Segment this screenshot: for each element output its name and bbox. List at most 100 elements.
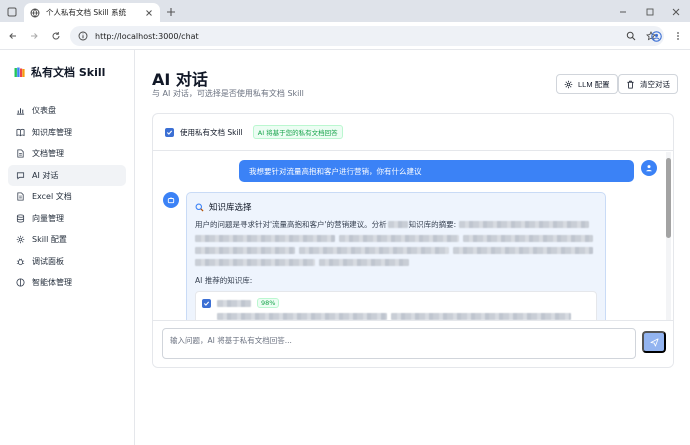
- kb-description: 用户的问题是寻求针对'流量高抱和客户'的营销建议。分析 知识库的摘要:: [195, 219, 597, 230]
- chat-icon: [16, 171, 25, 179]
- chart-icon: [16, 108, 25, 115]
- sidebar-item-debug[interactable]: 调试面板: [8, 251, 126, 272]
- composer: 输入问题，AI 将基于私有文档回答...: [153, 320, 673, 367]
- message-input[interactable]: 输入问题，AI 将基于私有文档回答...: [162, 328, 636, 359]
- user-message-text: 我想要针对流量高抱和客户进行营销，你有什么建议: [249, 166, 422, 176]
- user-icon: [646, 165, 652, 172]
- browser-tab-bar: 个人私有文档 Skill 系统: [0, 0, 690, 22]
- sidebar-item-label: 文档管理: [32, 149, 64, 158]
- close-tab-icon[interactable]: [144, 8, 154, 18]
- llm-config-button[interactable]: LLM 配置: [556, 74, 618, 94]
- bug-icon: [16, 258, 25, 265]
- brand-name: 私有文档 Skill: [31, 66, 106, 79]
- tab-title: 个人私有文档 Skill 系统: [46, 8, 127, 17]
- main-content: AI 对话 与 AI 对话，可选择是否使用私有文档 Skill LLM 配置 清…: [135, 50, 690, 445]
- reload-icon[interactable]: [51, 31, 61, 41]
- menu-icon[interactable]: [673, 31, 683, 41]
- sidebar-item-label: AI 对话: [32, 170, 59, 180]
- redacted-line: [217, 313, 590, 320]
- user-avatar: [641, 160, 657, 176]
- recommended-label: AI 推荐的知识库:: [195, 276, 253, 285]
- clear-chat-button[interactable]: 清空对话: [618, 74, 678, 94]
- kb-selection-title: 知识库选择: [195, 201, 597, 213]
- check-icon: [203, 301, 210, 306]
- skill-option-bar: 使用私有文档 Skill AI 将基于您的私有文档回答: [153, 114, 673, 151]
- gear-icon: [16, 235, 25, 244]
- redacted-line: [195, 247, 597, 254]
- sidebar-item-label: 知识库管理: [32, 127, 72, 137]
- use-skill-label[interactable]: 使用私有文档 Skill: [180, 127, 243, 138]
- sidebar-item-label: Skill 配置: [32, 235, 67, 244]
- new-tab-icon[interactable]: [165, 6, 177, 18]
- redacted-text: [387, 221, 408, 228]
- message-list: 我想要针对流量高抱和客户进行营销，你有什么建议 知识库选择 用户的问题是寻求针对…: [153, 152, 673, 320]
- books-logo-icon: [14, 67, 25, 77]
- chat-card: 使用私有文档 Skill AI 将基于您的私有文档回答 我想要针对流量高抱和客户…: [152, 113, 674, 368]
- skill-status-badge: AI 将基于您的私有文档回答: [252, 125, 343, 139]
- browser-tab[interactable]: 个人私有文档 Skill 系统: [24, 3, 160, 22]
- minimize-icon[interactable]: [617, 6, 629, 18]
- kb-desc-mid: 知识库的摘要:: [408, 220, 457, 229]
- maximize-icon[interactable]: [644, 6, 656, 18]
- kb-title-text: 知识库选择: [209, 203, 252, 213]
- knowledge-base-selection: 知识库选择 用户的问题是寻求针对'流量高抱和客户'的营销建议。分析 知识库的摘要…: [186, 192, 606, 320]
- kb-desc-start: 用户的问题是寻求针对'流量高抱和客户'的营销建议。分析: [195, 220, 387, 229]
- send-icon: [649, 337, 659, 347]
- sidebar-item-skill-config[interactable]: Skill 配置: [8, 229, 126, 250]
- sidebar-item-ai-chat[interactable]: AI 对话: [8, 164, 126, 186]
- redacted-kb-name: [217, 299, 251, 307]
- relevance-score-badge: 98%: [257, 298, 280, 308]
- sidebar-item-label: Excel 文档: [32, 192, 72, 201]
- document-icon: [17, 149, 24, 158]
- spreadsheet-icon: [17, 192, 24, 201]
- sidebar: 私有文档 Skill 仪表盘 知识库管理 文档管理 AI 对话 Excel 文档: [0, 50, 135, 445]
- gear-icon: [564, 80, 573, 88]
- sidebar-nav: 仪表盘 知识库管理 文档管理 AI 对话 Excel 文档 向量管理 Skill…: [0, 94, 134, 300]
- scrollbar-thumb[interactable]: [666, 158, 671, 238]
- sidebar-item-dashboard[interactable]: 仪表盘: [8, 100, 126, 121]
- sidebar-item-label: 仪表盘: [32, 106, 56, 115]
- forward-icon[interactable]: [29, 31, 39, 41]
- zoom-icon[interactable]: [626, 31, 636, 41]
- sidebar-item-label: 智能体管理: [32, 278, 72, 287]
- redacted-text: [459, 221, 590, 228]
- page-subtitle: 与 AI 对话，可选择是否使用私有文档 Skill: [152, 89, 304, 98]
- globe-icon: [30, 8, 40, 17]
- redacted-line: [195, 259, 597, 266]
- user-message: 我想要针对流量高抱和客户进行营销，你有什么建议: [239, 160, 634, 182]
- kb-select-checkbox[interactable]: [202, 298, 211, 308]
- address-bar: http://localhost:3000/chat: [0, 22, 690, 50]
- brand: 私有文档 Skill: [0, 50, 134, 94]
- agent-icon: [16, 278, 25, 287]
- info-icon[interactable]: [78, 31, 88, 41]
- send-button[interactable]: [642, 331, 666, 353]
- profile-icon[interactable]: [650, 30, 662, 42]
- clear-chat-label: 清空对话: [640, 79, 670, 89]
- page-title: AI 对话: [152, 70, 208, 89]
- redacted-line: [195, 235, 597, 242]
- book-icon: [16, 128, 25, 136]
- check-icon: [166, 130, 173, 135]
- chat-scrollbar[interactable]: [666, 152, 671, 320]
- bot-avatar: [163, 192, 179, 208]
- sidebar-item-agents[interactable]: 智能体管理: [8, 272, 126, 293]
- url-text: http://localhost:3000/chat: [95, 31, 199, 41]
- url-field[interactable]: http://localhost:3000/chat: [70, 26, 664, 46]
- app: 私有文档 Skill 仪表盘 知识库管理 文档管理 AI 对话 Excel 文档: [0, 50, 690, 445]
- database-icon: [16, 213, 25, 223]
- sidebar-item-documents[interactable]: 文档管理: [8, 143, 126, 164]
- robot-icon: [167, 197, 175, 204]
- use-skill-checkbox[interactable]: [165, 127, 174, 137]
- llm-config-label: LLM 配置: [578, 79, 610, 89]
- recommended-kb-card[interactable]: 98%: [195, 291, 597, 320]
- search-icon: [195, 203, 204, 212]
- sidebar-item-label: 向量管理: [32, 213, 64, 223]
- trash-icon: [627, 80, 634, 89]
- back-icon[interactable]: [8, 31, 18, 41]
- sidebar-item-label: 调试面板: [32, 256, 64, 266]
- sidebar-item-vectors[interactable]: 向量管理: [8, 208, 126, 229]
- tab-list-icon[interactable]: [6, 6, 18, 18]
- sidebar-item-knowledge-base[interactable]: 知识库管理: [8, 122, 126, 143]
- sidebar-item-excel[interactable]: Excel 文档: [8, 186, 126, 207]
- close-window-icon[interactable]: [670, 6, 682, 18]
